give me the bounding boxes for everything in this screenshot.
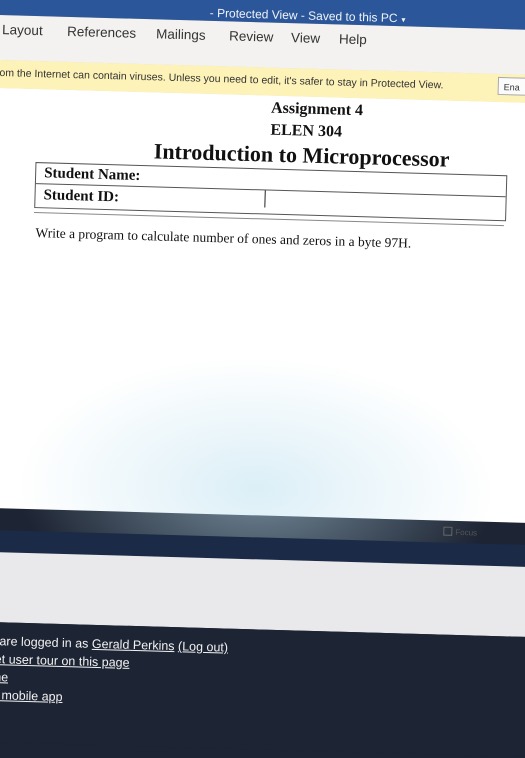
tab-help[interactable]: Help <box>339 31 367 47</box>
logout-link[interactable]: (Log out) <box>178 639 228 654</box>
mobile-app-link[interactable]: the mobile app <box>0 688 63 704</box>
tab-references[interactable]: References <box>67 24 136 41</box>
logged-in-line: ou are logged in as Gerald Perkins (Log … <box>0 634 228 655</box>
mobile-app-line: the mobile app <box>0 688 63 704</box>
chevron-down-icon[interactable]: ▾ <box>401 15 405 24</box>
user-profile-link[interactable]: Gerald Perkins <box>92 637 175 653</box>
tab-layout[interactable]: Layout <box>2 22 43 38</box>
home-link[interactable]: lome <box>0 670 8 685</box>
reset-tour-link[interactable]: eset user tour on this page <box>0 652 130 670</box>
home-line: lome <box>0 670 8 685</box>
focus-mode-button[interactable]: Focus <box>443 526 478 538</box>
word-window: - Protected View - Saved to this PC ▾ Lay… <box>0 0 525 758</box>
lms-footer: ou are logged in as Gerald Perkins (Log … <box>0 621 525 758</box>
tab-review[interactable]: Review <box>229 28 274 44</box>
assignment-heading: Assignment 4 <box>270 99 364 120</box>
question-text: Write a program to calculate number of o… <box>35 225 412 251</box>
logged-in-prefix: ou are logged in as <box>0 634 89 651</box>
enable-editing-button[interactable]: Ena <box>497 76 525 97</box>
tab-view[interactable]: View <box>291 30 320 46</box>
focus-icon <box>443 526 453 536</box>
focus-label: Focus <box>455 527 478 538</box>
protected-view-message: rom the Internet can contain viruses. Un… <box>0 66 444 92</box>
document-page[interactable]: Assignment 4 ELEN 304 Introduction to Mi… <box>0 87 525 613</box>
course-code: ELEN 304 <box>270 121 343 141</box>
tab-mailings[interactable]: Mailings <box>156 26 206 42</box>
reset-tour-line: eset user tour on this page <box>0 652 130 670</box>
